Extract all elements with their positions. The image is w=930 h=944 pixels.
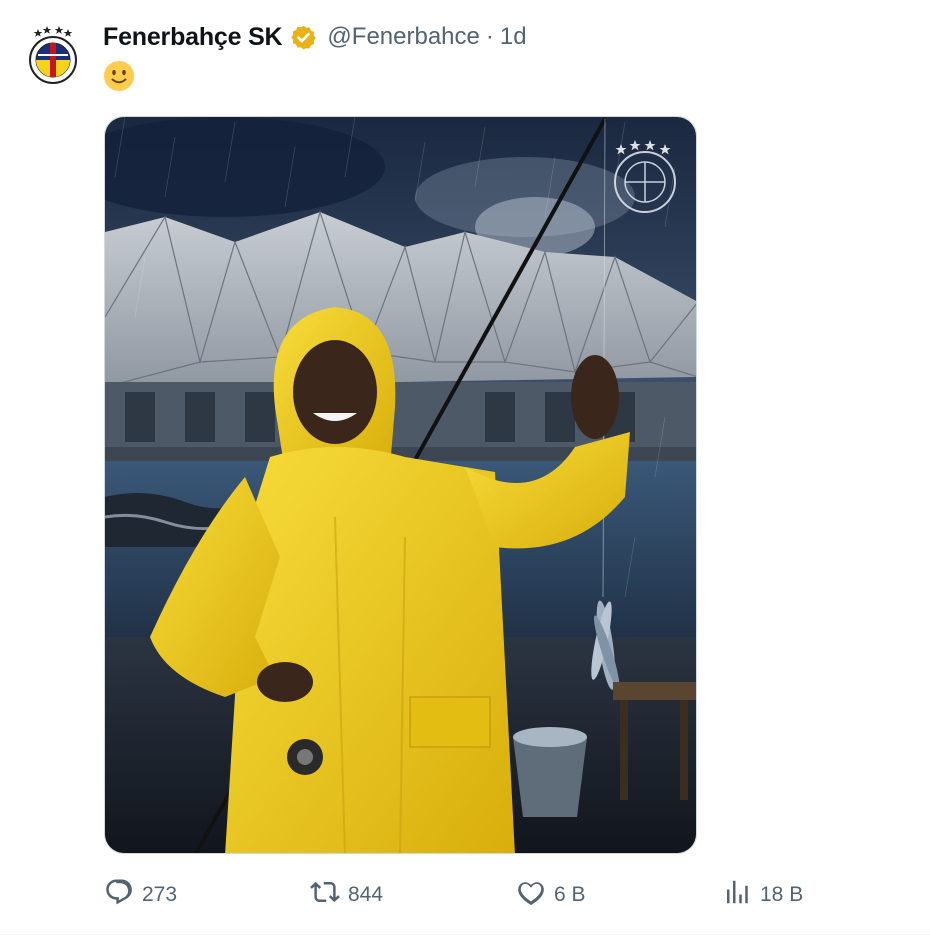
- separator-dot: ·: [485, 23, 494, 50]
- tweet-media-image[interactable]: [104, 116, 697, 854]
- views-icon: [722, 877, 752, 913]
- avatar[interactable]: [26, 23, 80, 85]
- reply-count: 273: [142, 883, 178, 906]
- like-count: 6 B: [554, 883, 586, 906]
- heart-icon: [516, 877, 546, 913]
- player-fishing-image: [105, 117, 696, 853]
- handle[interactable]: @Fenerbahce: [327, 23, 479, 51]
- like-button[interactable]: 6 B: [516, 872, 586, 918]
- fenerbahce-crest-icon: [29, 26, 77, 84]
- repost-count: 844: [348, 883, 384, 906]
- tweet-actions: 273 844 6 B 18 B: [0, 872, 930, 918]
- tweet-container[interactable]: Fenerbahçe SK @Fenerbahce · 1d 273 844 6…: [0, 0, 930, 944]
- divider: [0, 934, 930, 935]
- views-button[interactable]: 18 B: [722, 872, 803, 918]
- slightly-smiling-face-icon: [103, 60, 135, 92]
- views-count: 18 B: [760, 883, 804, 906]
- reply-icon: [104, 877, 134, 913]
- display-name[interactable]: Fenerbahçe SK: [103, 23, 283, 52]
- timestamp[interactable]: 1d: [500, 23, 527, 51]
- gold-verified-badge-icon: [290, 24, 317, 51]
- repost-icon: [310, 877, 340, 913]
- tweet-header: Fenerbahçe SK @Fenerbahce · 1d: [103, 22, 527, 52]
- reply-button[interactable]: 273: [104, 872, 177, 918]
- repost-button[interactable]: 844: [310, 872, 383, 918]
